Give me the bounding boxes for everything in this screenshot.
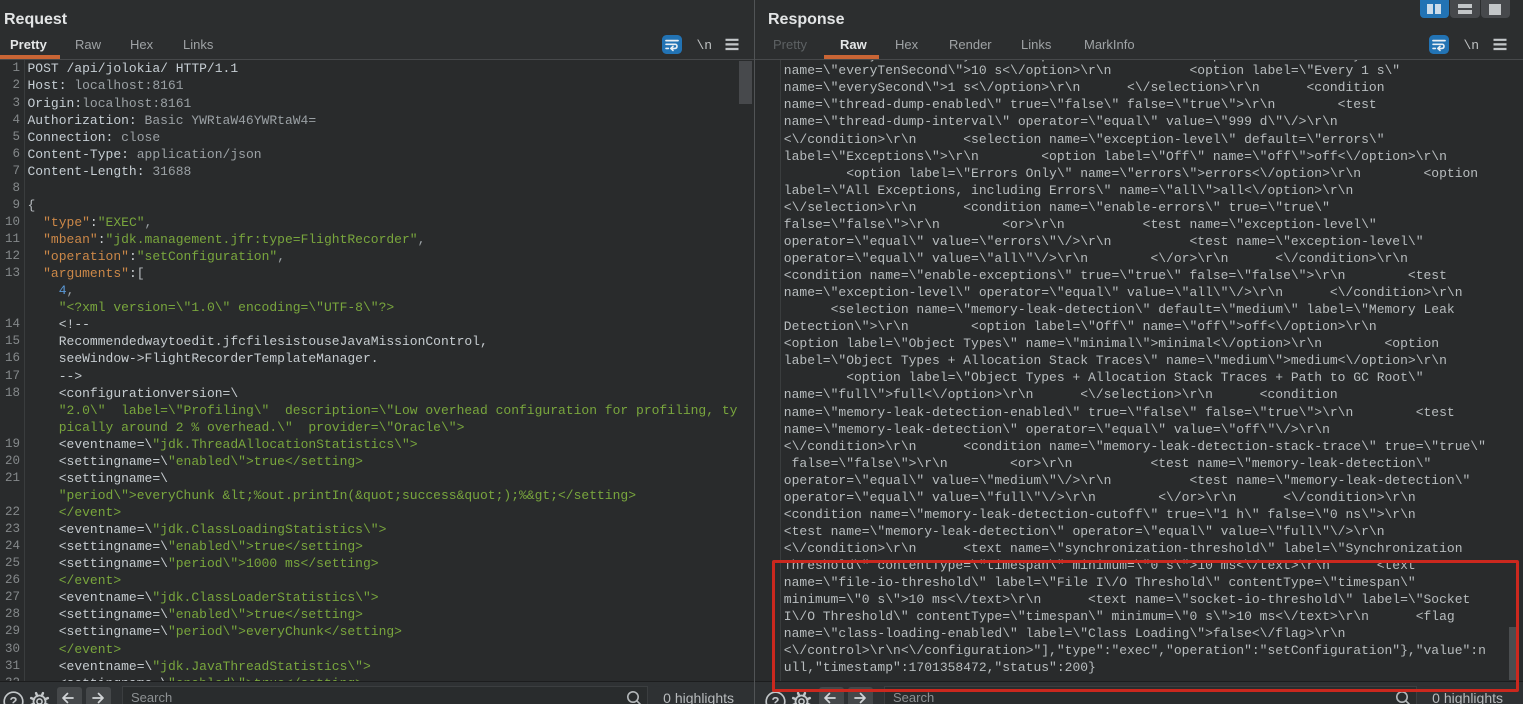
svg-text:?: ? (772, 694, 780, 704)
svg-text:?: ? (10, 694, 18, 704)
